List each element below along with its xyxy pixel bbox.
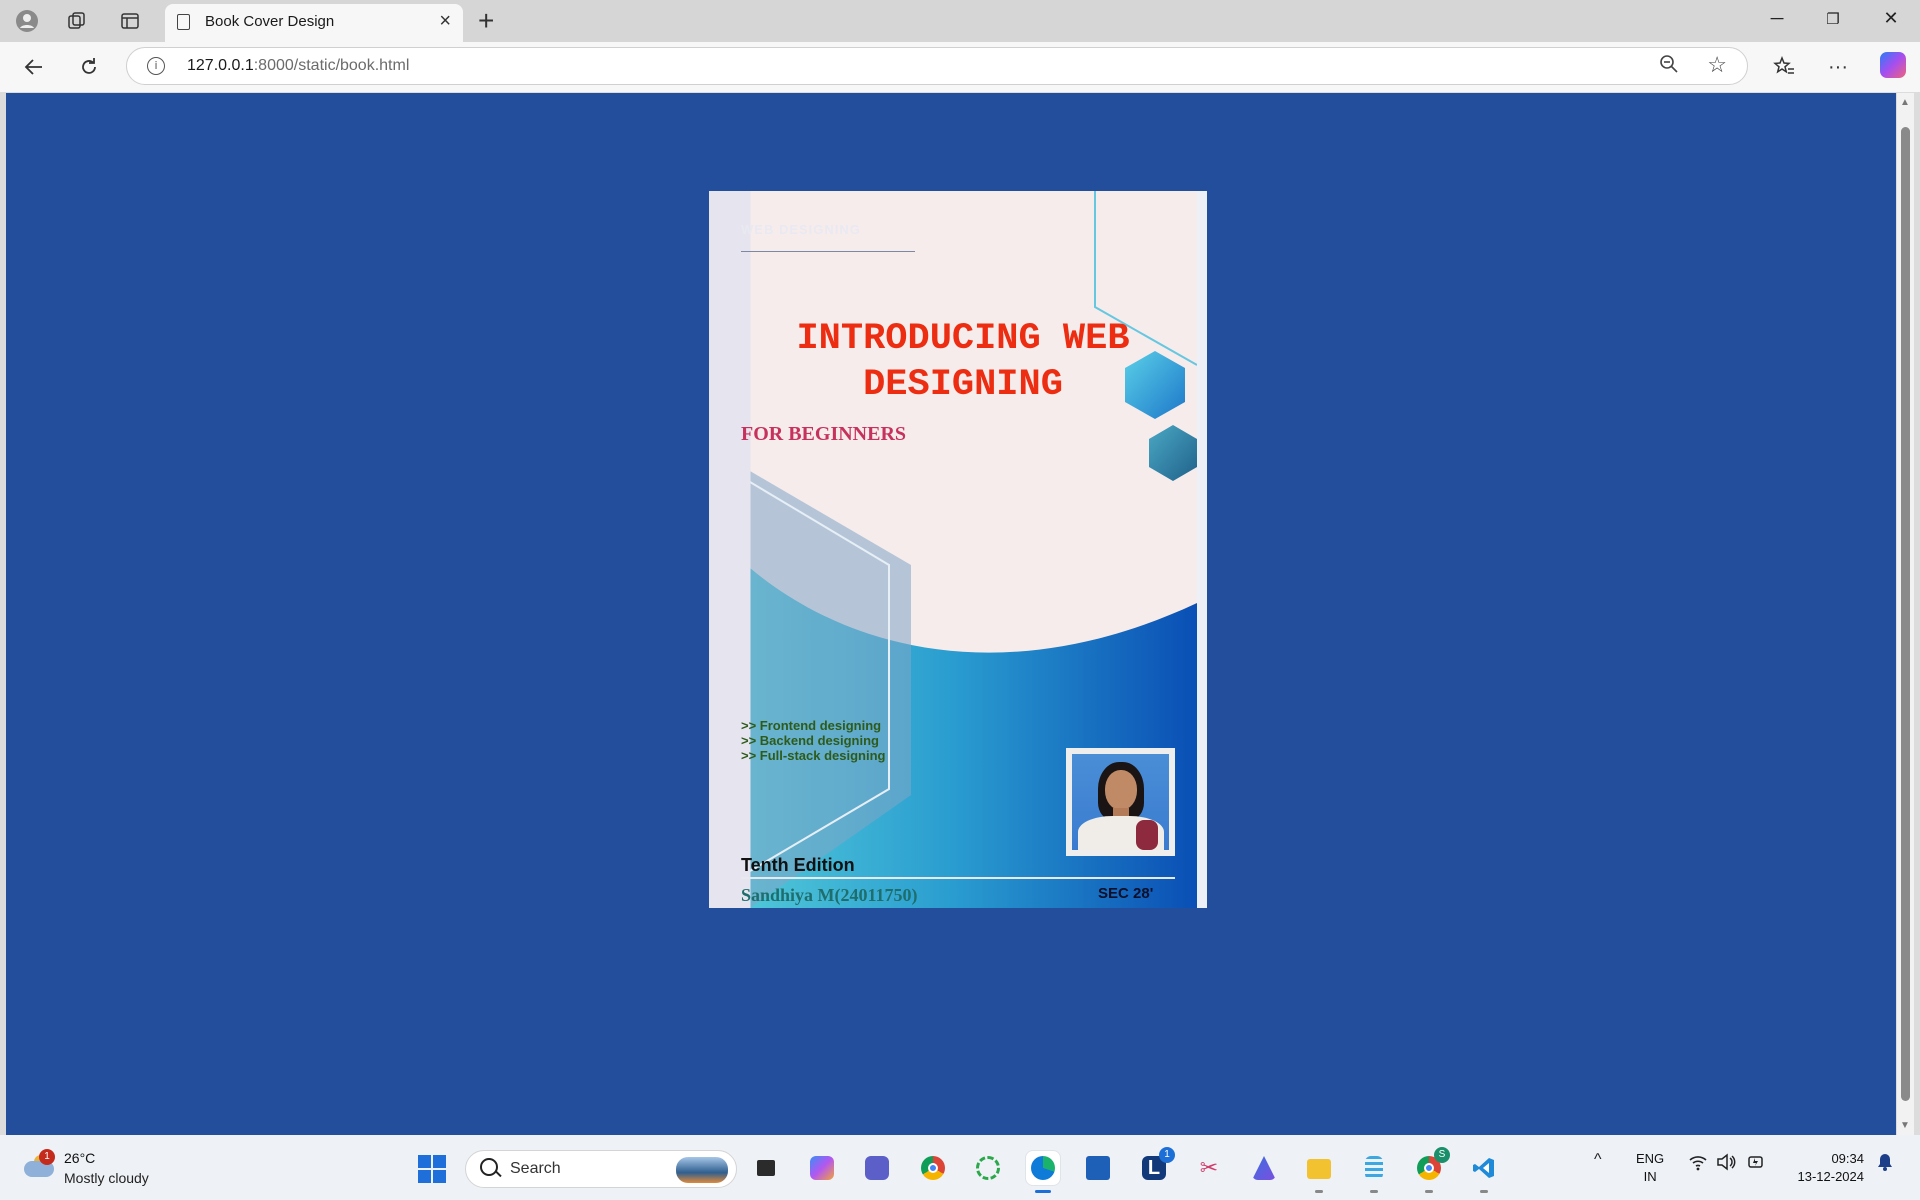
minimize-icon[interactable]: ─ bbox=[1762, 8, 1792, 29]
taskbar: 1 26°C Mostly cloudy Search L 1 ✂ S ^ EN… bbox=[0, 1135, 1920, 1200]
back-icon[interactable] bbox=[18, 51, 50, 83]
edition-divider bbox=[741, 877, 1175, 879]
tab-strip: Book Cover Design × + ─ ❐ ✕ bbox=[0, 0, 1920, 42]
volume-icon[interactable] bbox=[1716, 1153, 1736, 1174]
scrollbar-thumb[interactable] bbox=[1901, 127, 1910, 1101]
system-clock[interactable]: 09:34 13-12-2024 bbox=[1784, 1150, 1865, 1186]
favorite-star-icon[interactable]: ☆ bbox=[1707, 52, 1727, 78]
close-tab-icon[interactable]: × bbox=[439, 10, 451, 33]
more-icon[interactable]: ··· bbox=[1822, 51, 1854, 83]
topic-item: >> Backend designing bbox=[741, 733, 879, 748]
title-line-2: DESIGNING bbox=[863, 364, 1063, 406]
teams-icon[interactable] bbox=[860, 1151, 894, 1185]
scissors-icon[interactable]: ✂ bbox=[1192, 1151, 1226, 1185]
book-title: INTRODUCING WEB DESIGNING bbox=[739, 316, 1187, 408]
series-label: WEB DESIGNING bbox=[741, 222, 861, 237]
title-line-1: INTRODUCING WEB bbox=[796, 318, 1130, 360]
language-indicator[interactable]: ENG IN bbox=[1636, 1150, 1664, 1186]
chrome-icon[interactable] bbox=[916, 1151, 950, 1185]
workspaces-icon[interactable] bbox=[65, 9, 89, 33]
topics-list: >> Frontend designing >> Backend designi… bbox=[741, 718, 885, 763]
tab-title: Book Cover Design bbox=[205, 13, 335, 30]
book-subtitle: FOR BEGINNERS bbox=[741, 423, 907, 445]
chevron-up-icon[interactable]: ^ bbox=[1594, 1151, 1602, 1169]
l-icon[interactable]: L 1 bbox=[1137, 1147, 1175, 1185]
weather-temperature[interactable]: 26°C bbox=[64, 1150, 95, 1166]
copilot-icon[interactable] bbox=[1880, 52, 1906, 78]
weather-condition[interactable]: Mostly cloudy bbox=[64, 1170, 149, 1186]
page-viewport: WEB DESIGNING INTRODUCING WEB DESIGNING … bbox=[6, 93, 1896, 1135]
search-highlight-image bbox=[676, 1157, 728, 1183]
page-icon bbox=[177, 14, 190, 30]
zoom-icon[interactable] bbox=[1659, 54, 1679, 79]
notification-bell-icon[interactable] bbox=[1876, 1152, 1894, 1175]
series-underline bbox=[741, 251, 915, 252]
edge-icon[interactable] bbox=[1026, 1151, 1060, 1193]
chrome-profile-icon[interactable]: S bbox=[1412, 1147, 1450, 1193]
edition-label: Tenth Edition bbox=[741, 855, 855, 875]
vertical-tabs-icon[interactable] bbox=[118, 9, 142, 33]
refresh-icon[interactable] bbox=[73, 51, 105, 83]
search-label: Search bbox=[510, 1160, 561, 1177]
address-bar[interactable]: i 127.0.0.1:8000/static/book.html ☆ bbox=[126, 47, 1748, 85]
battery-icon[interactable] bbox=[1746, 1153, 1766, 1174]
launcher-badge: 1 bbox=[1159, 1147, 1175, 1163]
close-window-icon[interactable]: ✕ bbox=[1876, 8, 1906, 29]
triangle-icon[interactable] bbox=[1247, 1151, 1281, 1185]
profile-icon[interactable] bbox=[15, 9, 39, 33]
search-icon bbox=[480, 1158, 498, 1176]
topic-item: >> Full-stack designing bbox=[741, 748, 886, 763]
scroll-up-icon[interactable]: ▲ bbox=[1900, 97, 1910, 108]
site-info-icon[interactable]: i bbox=[147, 57, 165, 75]
weather-badge: 1 bbox=[39, 1149, 55, 1165]
copilot-app-icon[interactable] bbox=[805, 1151, 839, 1185]
folder-icon[interactable] bbox=[1302, 1151, 1336, 1193]
new-tab-button[interactable]: + bbox=[478, 5, 494, 37]
cover-right-strip bbox=[1197, 191, 1207, 908]
section-label: SEC 28' bbox=[1098, 885, 1154, 902]
topic-item: >> Frontend designing bbox=[741, 718, 882, 733]
favorites-icon[interactable] bbox=[1768, 51, 1800, 83]
wifi-icon[interactable] bbox=[1688, 1153, 1708, 1174]
taskbar-search[interactable]: Search bbox=[465, 1150, 737, 1188]
notepad-icon[interactable] bbox=[1357, 1151, 1391, 1193]
chrome-profile-badge: S bbox=[1434, 1147, 1450, 1163]
browser-toolbar: i 127.0.0.1:8000/static/book.html ☆ ··· bbox=[0, 42, 1920, 92]
restore-icon[interactable]: ❐ bbox=[1818, 10, 1848, 28]
circle-icon[interactable] bbox=[971, 1151, 1005, 1185]
task-view-icon[interactable] bbox=[749, 1151, 783, 1185]
store-icon[interactable] bbox=[1081, 1151, 1115, 1185]
url-text[interactable]: 127.0.0.1:8000/static/book.html bbox=[187, 57, 409, 75]
start-button[interactable] bbox=[418, 1155, 446, 1183]
author-name: Sandhiya M(24011750) bbox=[741, 885, 918, 905]
scroll-down-icon[interactable]: ▼ bbox=[1900, 1120, 1910, 1131]
active-tab[interactable]: Book Cover Design × bbox=[165, 4, 463, 42]
vertical-scrollbar[interactable]: ▲ ▼ bbox=[1897, 93, 1914, 1135]
vscode-icon[interactable] bbox=[1467, 1151, 1501, 1193]
book-cover: WEB DESIGNING INTRODUCING WEB DESIGNING … bbox=[709, 191, 1207, 908]
author-photo bbox=[1066, 748, 1175, 856]
